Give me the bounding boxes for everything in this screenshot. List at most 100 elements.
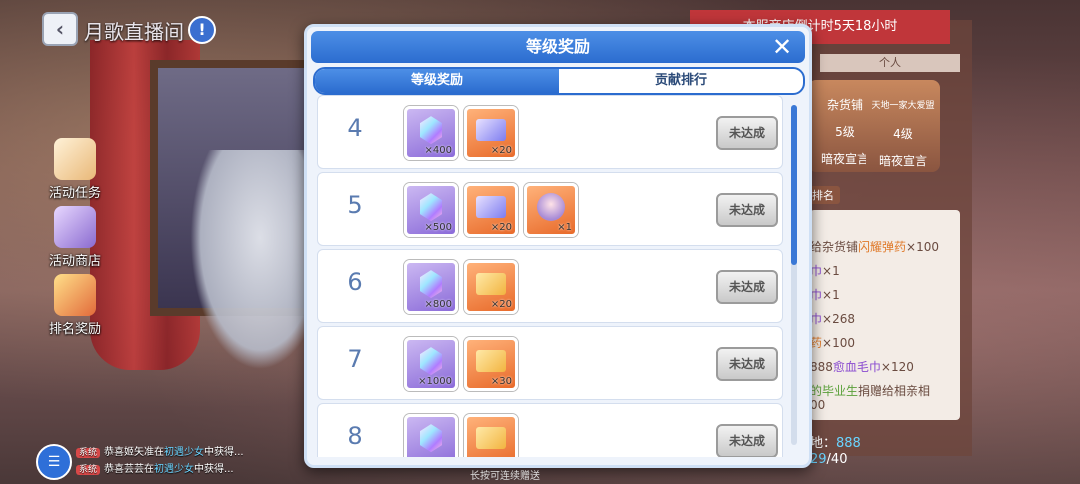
gem-icon <box>420 270 442 299</box>
sidebar-item-ranking-reward[interactable]: 排名奖励 <box>40 274 110 337</box>
level-number: 5 <box>347 191 363 219</box>
log-row: 巾×1 <box>810 262 840 279</box>
log-row: 巾×268 <box>810 310 855 327</box>
item-count: ×1 <box>557 222 572 233</box>
status-button[interactable]: 未达成 <box>716 116 778 150</box>
log-count: ×120 <box>880 360 914 374</box>
back-icon: ‹ <box>55 17 65 41</box>
chat-text: 中获得... <box>194 464 234 475</box>
chat-box: ☰ 系统 恭喜姬矢准在初遇少女中获得... 系统 恭喜芸芸在初遇少女中获得... <box>36 440 266 480</box>
status-button[interactable]: 未达成 <box>716 270 778 304</box>
reward-item-ticket[interactable]: ×20 <box>464 183 518 237</box>
reward-item-avatar-frame[interactable]: ×1 <box>524 183 578 237</box>
reward-item-ticket[interactable]: ×20 <box>464 260 518 314</box>
reward-item-gem[interactable]: ×1000 <box>404 337 458 391</box>
gem-icon <box>420 347 442 376</box>
guild-card[interactable]: 天地一家大爱盟 4级 暗夜宣言 <box>866 80 940 172</box>
gift-icon <box>54 274 96 316</box>
ticket-icon <box>476 119 506 142</box>
item-count: ×1000 <box>418 376 452 387</box>
item-count: ×20 <box>490 145 512 156</box>
level-number: 7 <box>347 345 363 373</box>
reward-row: 7 ×1000 ×30 未达成 <box>317 326 783 400</box>
reward-item-gem[interactable]: ×800 <box>404 260 458 314</box>
chat-text: 中获得... <box>204 447 244 458</box>
close-button[interactable]: ✕ <box>769 34 795 60</box>
log-row: 巾×1 <box>810 286 840 303</box>
status-button[interactable]: 未达成 <box>716 424 778 457</box>
reward-item-ticket[interactable]: ×20 <box>464 106 518 160</box>
chat-highlight: 初遇少女 <box>164 447 205 458</box>
level-reward-dialog: 等级奖励 ✕ 等级奖励 贡献排行 4 ×400 ×20 未达成 5 ×500 ×… <box>304 24 812 468</box>
ticket-icon <box>476 196 506 219</box>
reward-item-gem[interactable] <box>404 414 458 457</box>
tab-personal[interactable]: 个人 <box>820 54 960 72</box>
sidebar-item-label: 活动任务 <box>48 186 101 201</box>
item-count: ×500 <box>424 222 452 233</box>
item-count: ×20 <box>490 299 512 310</box>
reward-row: 5 ×500 ×20 ×1 未达成 <box>317 172 783 246</box>
reward-item-gem[interactable]: ×500 <box>404 183 458 237</box>
card-name: 暗夜宣言 <box>878 154 927 168</box>
footer-hint: 长按可连续赠送 <box>470 471 540 482</box>
reward-item-ticket[interactable]: ×30 <box>464 337 518 391</box>
gem-icon <box>420 193 442 222</box>
card-level: 4级 <box>893 127 913 141</box>
log-row: 888愈血毛巾×120 <box>810 358 914 375</box>
tab-contribution-ranking[interactable]: 贡献排行 <box>559 69 803 93</box>
stat-line: 29/40 <box>810 452 847 467</box>
reward-row: 4 ×400 ×20 未达成 <box>317 95 783 169</box>
log-count: ×1 <box>822 288 840 302</box>
chat-line: 系统 恭喜姬矢准在初遇少女中获得... <box>76 443 244 459</box>
shop-icon <box>54 206 96 248</box>
log-row: 给杂货铺闪耀弹药×100 <box>810 238 939 255</box>
reward-item-ticket[interactable] <box>464 414 518 457</box>
info-button[interactable]: ! <box>188 16 216 44</box>
sidebar-item-tasks[interactable]: 活动任务 <box>40 138 110 201</box>
item-count: ×30 <box>490 376 512 387</box>
level-number: 8 <box>347 422 363 450</box>
log-count: ×100 <box>906 240 939 254</box>
log-text: 捐赠给相亲相 <box>858 384 931 398</box>
stat-line: 地：888 <box>810 432 861 451</box>
ticket-icon <box>476 350 506 373</box>
stat-value: 888 <box>836 436 861 451</box>
status-button[interactable]: 未达成 <box>716 347 778 381</box>
status-button[interactable]: 未达成 <box>716 193 778 227</box>
log-row: 00 <box>810 398 825 412</box>
log-row: 药×100 <box>810 334 855 351</box>
log-item: 愈血毛巾 <box>832 360 881 374</box>
scrollbar[interactable] <box>791 105 797 445</box>
dialog-header: 等级奖励 ✕ <box>311 31 805 63</box>
ticket-icon <box>476 427 506 450</box>
reward-row: 8 未达成 <box>317 403 783 457</box>
item-count: ×400 <box>424 145 452 156</box>
log-text: 给杂货铺 <box>810 240 859 254</box>
back-button[interactable]: ‹ <box>42 12 78 46</box>
scroll-thumb[interactable] <box>791 105 797 265</box>
stat-value: 29 <box>810 452 827 467</box>
sidebar-item-shop[interactable]: 活动商店 <box>40 206 110 269</box>
reward-list[interactable]: 4 ×400 ×20 未达成 5 ×500 ×20 ×1 未达成 6 ×800 … <box>317 95 787 457</box>
log-text: 00 <box>810 398 826 412</box>
sidebar-item-label: 排名奖励 <box>48 322 101 337</box>
dialog-title: 等级奖励 <box>525 37 590 56</box>
stat-total: /40 <box>826 452 848 467</box>
log-item: 的毕业生 <box>810 384 859 398</box>
stat-label: 地： <box>810 436 837 451</box>
page-title: 月歌直播间 <box>84 20 184 44</box>
item-count: ×20 <box>490 222 512 233</box>
chat-text: 恭喜姬矢准在 <box>104 447 165 458</box>
chat-text: 恭喜芸芸在 <box>104 464 155 475</box>
tab-bar: 等级奖励 贡献排行 <box>313 67 805 95</box>
level-number: 6 <box>347 268 363 296</box>
chat-line: 系统 恭喜芸芸在初遇少女中获得... <box>76 460 234 476</box>
log-row: 的毕业生捐赠给相亲相 <box>810 382 930 399</box>
chat-highlight: 初遇少女 <box>154 464 195 475</box>
info-icon: ! <box>198 20 206 39</box>
scroll-icon <box>54 138 96 180</box>
reward-item-gem[interactable]: ×400 <box>404 106 458 160</box>
chat-button[interactable]: ☰ <box>36 444 72 480</box>
item-count: ×800 <box>424 299 452 310</box>
tab-level-reward[interactable]: 等级奖励 <box>315 69 559 93</box>
